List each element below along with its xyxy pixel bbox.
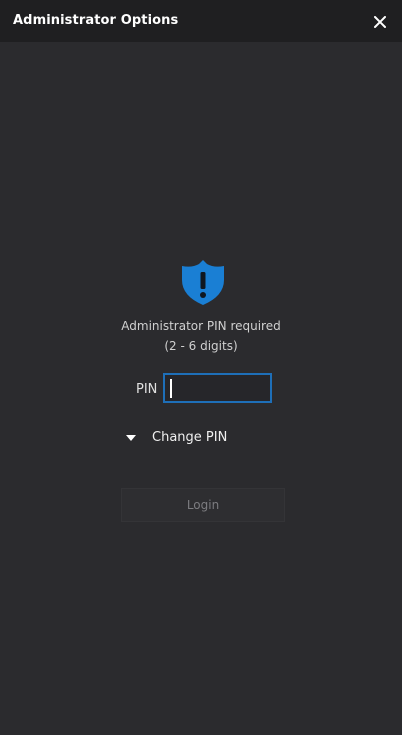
login-button[interactable]: Login (121, 488, 285, 522)
text-caret (170, 379, 172, 398)
window-title: Administrator Options (13, 13, 179, 28)
change-pin-label: Change PIN (152, 429, 228, 445)
triangle-down-icon (126, 434, 136, 441)
pin-required-message: Administrator PIN required (121, 319, 281, 333)
pin-label: PIN (136, 382, 158, 397)
close-button[interactable] (366, 8, 394, 36)
pin-input[interactable] (163, 373, 272, 403)
admin-options-window: Administrator Options Administrator PIN … (0, 0, 402, 735)
shield-alert-icon (182, 260, 224, 305)
change-pin-expander[interactable]: Change PIN (126, 426, 227, 448)
content-area: Administrator PIN required (2 - 6 digits… (0, 42, 402, 735)
title-bar: Administrator Options (0, 0, 402, 42)
pin-digits-hint: (2 - 6 digits) (164, 339, 238, 353)
close-icon (374, 16, 386, 28)
